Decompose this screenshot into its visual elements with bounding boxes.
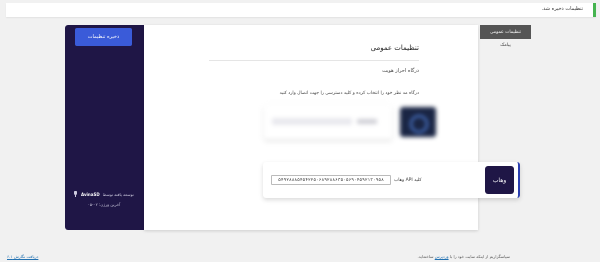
- settings-panel: تنظیمات عمومی درگاه احراز هویت درگاه مد …: [144, 25, 520, 230]
- footer-thanks: سپاسگزاریم از اینکه سایت خود را با وردپر…: [417, 254, 510, 259]
- notice-text: تنظیمات ذخیره شد.: [541, 6, 583, 12]
- page-title: تنظیمات عمومی: [370, 44, 419, 52]
- section-description: درگاه مد نظر خود را انتخاب کرده و کلید د…: [279, 91, 419, 96]
- powered-prefix: توسعه یافته توسط: [102, 191, 134, 197]
- footer-thanks-prefix: سپاسگزاریم از اینکه سایت خود را با: [449, 254, 510, 259]
- settings-tabs: تنظیمات عمومی پیامک: [480, 25, 531, 51]
- footer-thanks-suffix: ساخته‌اید.: [417, 254, 434, 259]
- settings-saved-notice: تنظیمات ذخیره شد.: [6, 3, 596, 17]
- settings-wrapper: ذخیره تنظیمات AvinaSD توسعه یافته توسط آ…: [65, 25, 531, 230]
- wordpress-link[interactable]: وردپرس: [435, 254, 449, 259]
- api-key-label: کلید API وهاب: [394, 178, 422, 183]
- gateway-logo-inactive[interactable]: [400, 107, 436, 137]
- api-key-input[interactable]: ۵۴۹۲۸۸۸۵۴۵۴۲۲۵۰۶۸۹۲۸۸۶۳۵۰۵۶۹۰۴۵۹۲۱۳۰۹۵۸: [271, 175, 391, 185]
- plugin-version: آخرین ورژن: ۰۲-۰۵: [87, 202, 121, 207]
- plugin-sidebar: ذخیره تنظیمات AvinaSD توسعه یافته توسط آ…: [65, 25, 144, 230]
- save-settings-button[interactable]: ذخیره تنظیمات: [75, 28, 132, 46]
- gateway-logo-active[interactable]: وهاب: [485, 166, 514, 194]
- tab-sms[interactable]: پیامک: [480, 39, 531, 51]
- blurred-input: [272, 118, 352, 125]
- section-title: درگاه احراز هویت: [382, 68, 419, 74]
- powered-brand[interactable]: AvinaSD: [81, 192, 100, 197]
- tab-general-settings[interactable]: تنظیمات عمومی: [480, 25, 531, 39]
- powered-by: AvinaSD توسعه یافته توسط: [73, 191, 135, 197]
- blurred-label: [357, 119, 377, 124]
- get-version-link[interactable]: دریافت نگارش ۶.۱: [7, 254, 38, 259]
- divider: [209, 60, 419, 61]
- plug-icon: [73, 191, 78, 197]
- gateway-card-inactive[interactable]: [264, 105, 392, 139]
- gateway-card-active[interactable]: ۵۴۹۲۸۸۸۵۴۵۴۲۲۵۰۶۸۹۲۸۸۶۳۵۰۵۶۹۰۴۵۹۲۱۳۰۹۵۸ …: [263, 162, 520, 198]
